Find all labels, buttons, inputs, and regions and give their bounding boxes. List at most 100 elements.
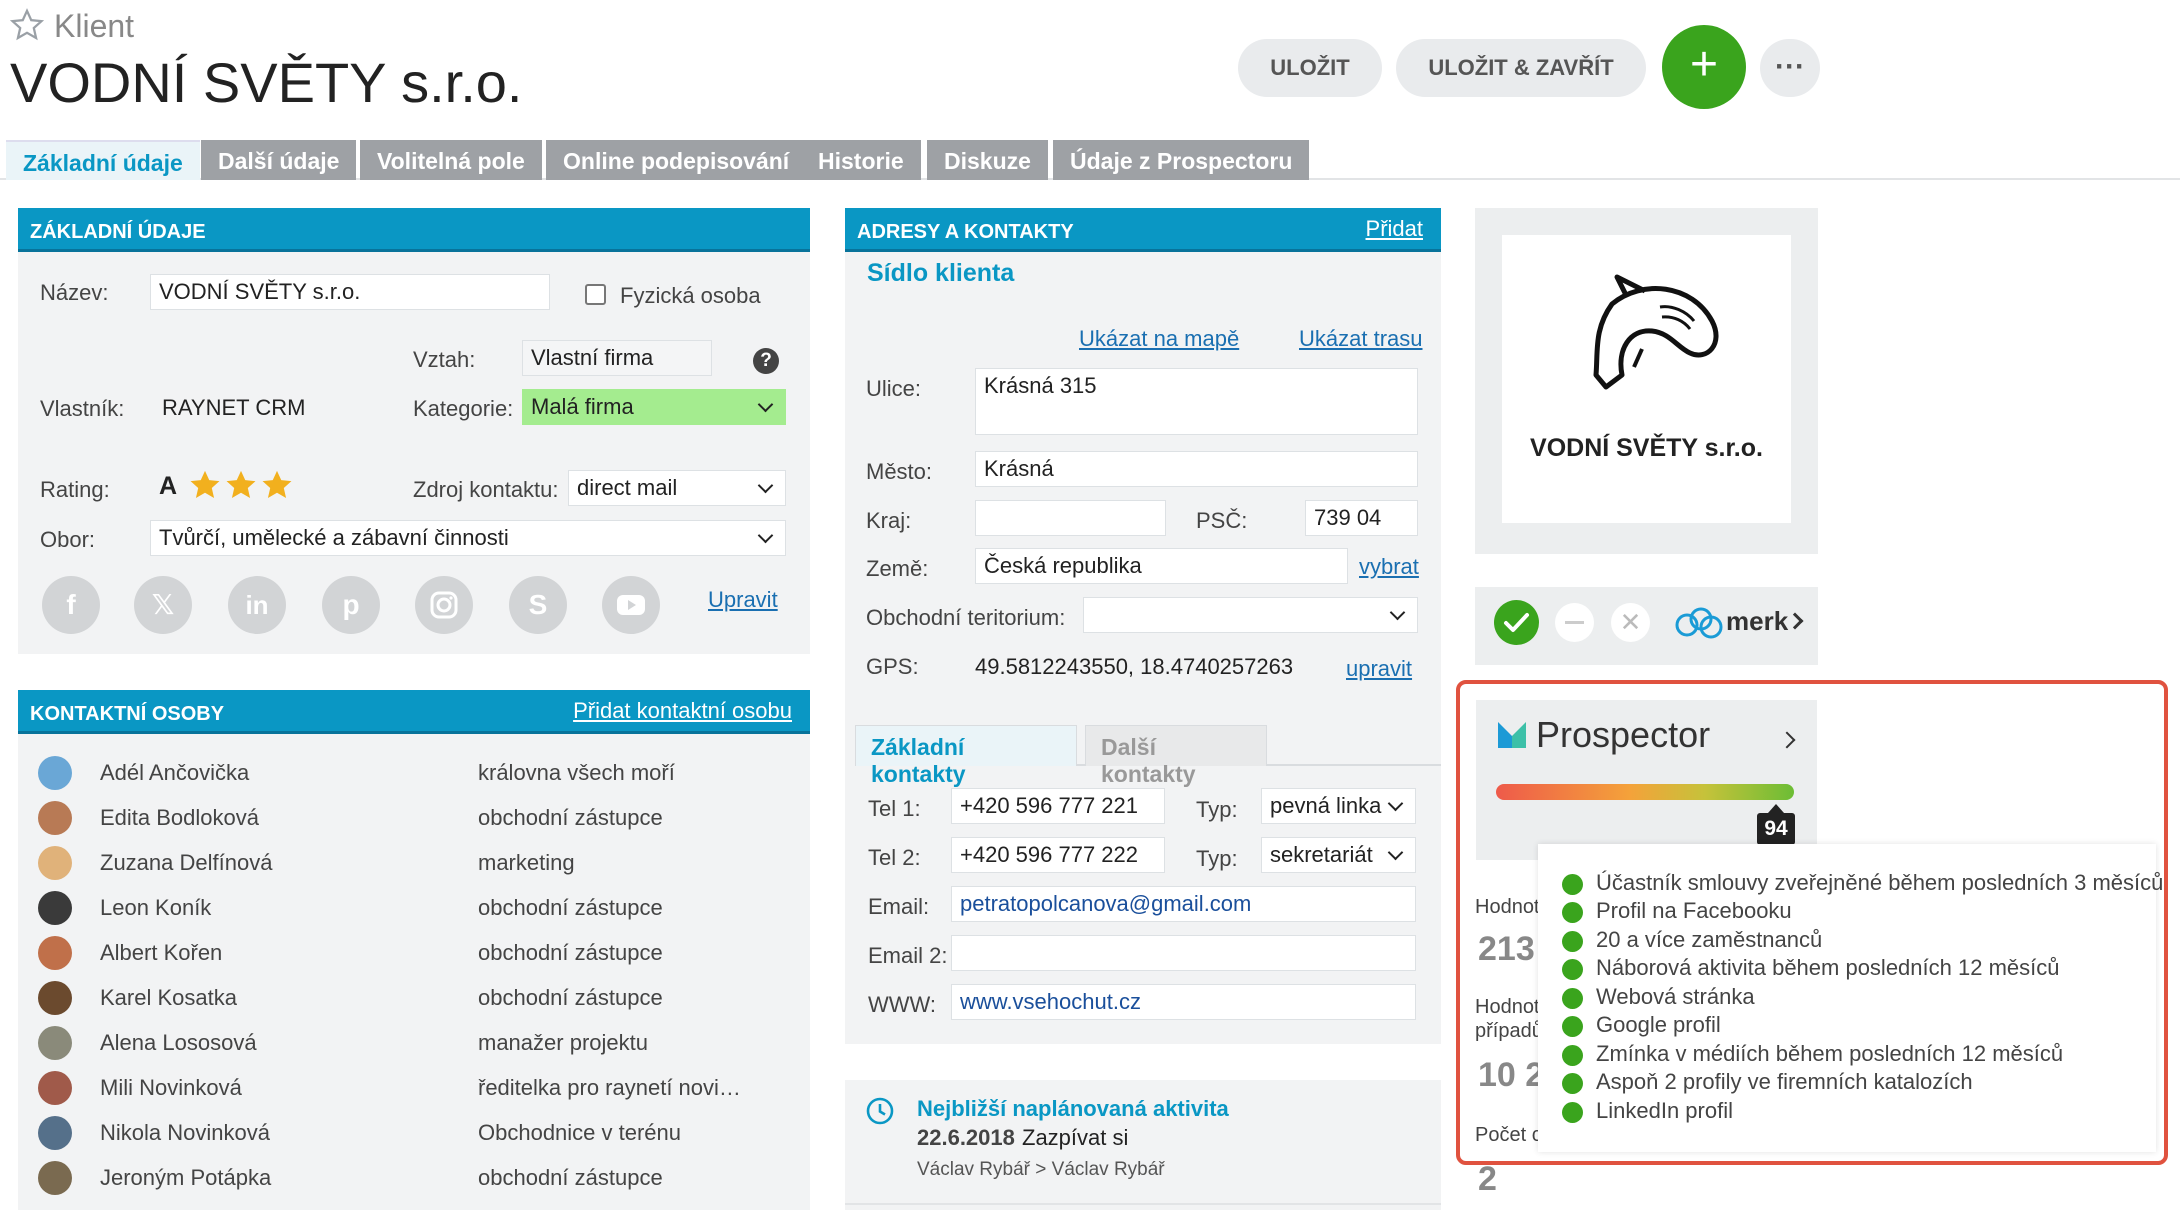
www-label: WWW: [868, 992, 937, 1017]
contact-row[interactable]: Karel Kosatka obchodní zástupce [30, 979, 790, 1019]
zip-label: PSČ: [1196, 508, 1248, 533]
logo-text: VODNÍ SVĚTY s.r.o. [1530, 434, 1763, 462]
contact-row[interactable]: Nikola Novinková Obchodnice v terénu [30, 1114, 790, 1154]
help-icon[interactable]: ? [753, 348, 779, 374]
contacts-header: KONTAKTNÍ OSOBY Přidat kontaktní osobu [18, 690, 810, 734]
city-label: Město: [866, 459, 933, 484]
edit-social-link[interactable]: Upravit [708, 587, 778, 613]
relation-value[interactable]: Vlastní firma [522, 340, 712, 376]
field-select[interactable]: Tvůrčí, umělecké a zábavní činnosti [150, 520, 786, 556]
tab-online-sign[interactable]: Online podepisování [546, 140, 807, 180]
stat-c-value: 2 [1478, 1160, 1497, 1198]
choose-country-link[interactable]: vybrat [1359, 554, 1419, 580]
address-header: ADRESY A KONTAKTY Přidat [845, 208, 1441, 252]
tab-basic[interactable]: Základní údaje [6, 140, 200, 180]
type1-label: Typ: [1196, 797, 1238, 822]
activity-task: Zazpívat si [1022, 1125, 1129, 1150]
prospector-title: Prospector [1536, 714, 1711, 755]
add-contact-link[interactable]: Přidat kontaktní osobu [573, 698, 792, 724]
territory-select[interactable] [1083, 597, 1418, 633]
email2-label: Email 2: [868, 943, 948, 968]
address-subtitle: Sídlo klienta [867, 259, 1015, 287]
prospector-logo-icon [1496, 720, 1528, 750]
email2-input[interactable] [951, 935, 1416, 971]
contact-row[interactable]: Alena Lososová manažer projektu [30, 1024, 790, 1064]
tab-basic-contacts[interactable]: Základní kontakty [855, 725, 1077, 787]
tel2-input[interactable]: +420 596 777 222 [951, 837, 1165, 873]
rating-value: A [159, 472, 178, 500]
show-map-link[interactable]: Ukázat na mapě [1079, 326, 1239, 352]
category-select[interactable]: Malá firma [522, 389, 786, 425]
type2-select[interactable]: sekretariát [1261, 837, 1416, 873]
tab-discussion[interactable]: Diskuze [927, 140, 1048, 180]
city-input[interactable]: Krásná [975, 451, 1418, 487]
tab-history[interactable]: Historie [801, 140, 921, 180]
minus-icon[interactable] [1555, 603, 1594, 642]
prospector-score-bar [1496, 784, 1794, 800]
save-close-button[interactable]: ULOŽIT & ZAVŘÍT [1396, 39, 1646, 97]
company-logo[interactable]: VODNÍ SVĚTY s.r.o. [1502, 235, 1791, 523]
youtube-icon[interactable] [602, 576, 660, 634]
contact-row[interactable]: Leon Koník obchodní zástupce [30, 889, 790, 929]
add-address-link[interactable]: Přidat [1366, 216, 1423, 242]
contact-row[interactable]: Edita Bodloková obchodní zástupce [30, 799, 790, 839]
country-input[interactable]: Česká republika [975, 548, 1348, 584]
prospector-score-pointer [1768, 804, 1784, 813]
tel1-label: Tel 1: [868, 796, 921, 821]
star-icon [262, 470, 292, 499]
contact-row[interactable]: Zuzana Delfínová marketing [30, 844, 790, 884]
contact-row[interactable]: Albert Kořen obchodní zástupce [30, 934, 790, 974]
region-input[interactable] [975, 500, 1166, 536]
linkedin-icon[interactable]: in [228, 576, 286, 634]
pinterest-icon[interactable]: p [322, 576, 380, 634]
tab-optional[interactable]: Volitelná pole [360, 140, 542, 180]
contact-row[interactable]: Jeroným Potápka obchodní zástupce [30, 1159, 790, 1199]
more-button[interactable]: ··· [1760, 39, 1820, 97]
favorite-star-icon[interactable] [9, 8, 45, 42]
close-icon[interactable]: ✕ [1611, 603, 1650, 642]
avatar [38, 846, 72, 880]
tab-prospector-data[interactable]: Údaje z Prospectoru [1053, 140, 1310, 180]
tab-other[interactable]: Další údaje [201, 140, 357, 180]
gps-value: 49.5812243550, 18.4740257263 [975, 654, 1294, 679]
owner-value[interactable]: RAYNET CRM [162, 395, 305, 421]
basic-info-header: ZÁKLADNÍ ÚDAJE [18, 208, 810, 252]
tel1-input[interactable]: +420 596 777 221 [951, 788, 1165, 824]
street-input[interactable]: Krásná 315 [975, 368, 1418, 435]
contact-row[interactable]: Adél Ančovička královna všech moří [30, 754, 790, 794]
add-button[interactable]: + [1662, 25, 1746, 109]
x-icon[interactable]: 𝕏 [134, 576, 192, 634]
save-button[interactable]: ULOŽIT [1238, 39, 1382, 97]
avatar [38, 936, 72, 970]
region-label: Kraj: [866, 508, 912, 533]
contact-row[interactable]: Mili Novinková ředitelka pro raynetí novi… [30, 1069, 790, 1109]
gps-label: GPS: [866, 654, 919, 679]
www-input[interactable]: www.vsehochut.cz [951, 984, 1416, 1020]
star-icon [226, 470, 256, 499]
facebook-icon[interactable]: f [42, 576, 100, 634]
dolphin-icon [1593, 274, 1719, 390]
zip-input[interactable]: 739 04 [1305, 500, 1418, 536]
avatar [38, 1161, 72, 1195]
instagram-icon[interactable] [415, 576, 473, 634]
merk-label[interactable]: merk [1726, 606, 1788, 637]
skype-icon[interactable]: S [509, 576, 567, 634]
person-checkbox[interactable] [585, 284, 606, 305]
gps-edit-link[interactable]: upravit [1346, 656, 1412, 682]
name-input[interactable]: VODNÍ SVĚTY s.r.o. [150, 274, 550, 310]
territory-label: Obchodní teritorium: [866, 605, 1066, 630]
rating-stars[interactable] [188, 468, 298, 502]
type1-select[interactable]: pevná linka [1261, 788, 1416, 824]
show-route-link[interactable]: Ukázat trasu [1299, 326, 1423, 352]
merk-logo-icon[interactable] [1673, 605, 1725, 641]
activity-title[interactable]: Nejbližší naplánovaná aktivita [917, 1096, 1229, 1122]
rating-label: Rating: [40, 477, 110, 502]
tab-other-contacts[interactable]: Další kontakty [1085, 725, 1267, 787]
avatar [38, 891, 72, 925]
check-icon[interactable] [1494, 600, 1539, 645]
email-label: Email: [868, 894, 930, 919]
street-label: Ulice: [866, 376, 922, 401]
source-select[interactable]: direct mail [568, 470, 786, 506]
email-input[interactable]: petratopolcanova@gmail.com [951, 886, 1416, 922]
person-label: Fyzická osoba [620, 283, 761, 308]
